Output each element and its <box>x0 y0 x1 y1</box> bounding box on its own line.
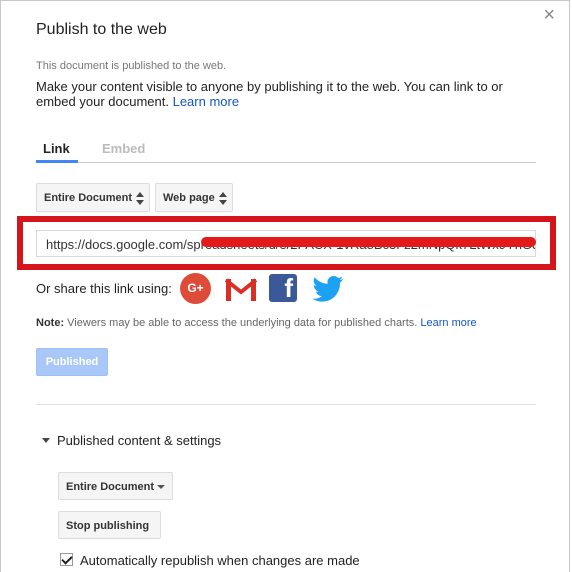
tab-embed[interactable]: Embed <box>102 141 145 156</box>
note-bold: Note: <box>36 317 65 329</box>
google-plus-icon[interactable]: G+ <box>180 273 211 304</box>
note-learn-more-link[interactable]: Learn more <box>420 317 476 329</box>
tab-link-label: Link <box>43 141 70 156</box>
auto-republish-checkbox[interactable] <box>60 553 73 566</box>
publish-dialog: × Publish to the web This document is pu… <box>0 0 570 572</box>
dialog-title: Publish to the web <box>36 21 167 38</box>
stop-publishing-button[interactable]: Stop publishing <box>58 511 161 539</box>
publish-description: Make your content visible to anyone by p… <box>36 79 536 109</box>
updown-arrows-icon <box>219 192 227 205</box>
section-divider <box>36 404 536 405</box>
facebook-icon[interactable]: f <box>269 273 297 303</box>
close-icon[interactable]: × <box>543 5 555 25</box>
published-button[interactable]: Published <box>36 348 108 376</box>
note-text: Viewers may be able to access the underl… <box>67 317 418 329</box>
annotation-highlight-box <box>17 216 556 270</box>
triangle-down-icon <box>42 438 50 444</box>
tab-bar: Link Embed <box>36 140 536 163</box>
chevron-down-icon <box>157 485 165 489</box>
published-settings-toggle[interactable]: Published content & settings <box>42 433 221 448</box>
facebook-glyph: f <box>284 273 293 303</box>
description-text: Make your content visible to anyone by p… <box>36 79 503 109</box>
gmail-icon[interactable] <box>224 278 258 307</box>
scope-select-value: Entire Document <box>44 192 133 204</box>
scope-select[interactable]: Entire Document <box>36 183 150 212</box>
format-select-value: Web page <box>163 192 215 204</box>
stop-publishing-label: Stop publishing <box>66 520 150 532</box>
charts-note: Note: Viewers may be able to access the … <box>36 317 477 329</box>
format-select[interactable]: Web page <box>155 183 233 212</box>
published-content-value: Entire Document <box>66 481 155 493</box>
share-label: Or share this link using: <box>36 281 172 296</box>
updown-arrows-icon <box>136 192 144 205</box>
twitter-icon[interactable] <box>312 275 344 308</box>
published-settings-label: Published content & settings <box>57 433 222 448</box>
published-content-select[interactable]: Entire Document <box>58 472 173 500</box>
publish-status-note: This document is published to the web. <box>36 60 227 72</box>
learn-more-link[interactable]: Learn more <box>173 94 239 109</box>
tab-link[interactable]: Link <box>36 140 78 163</box>
auto-republish-label: Automatically republish when changes are… <box>80 553 360 568</box>
